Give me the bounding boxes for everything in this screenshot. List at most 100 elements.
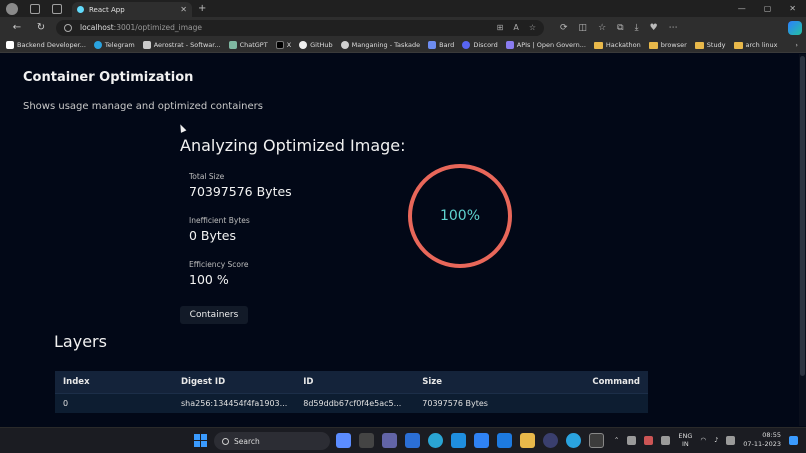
table-header-row: Index Digest ID ID Size Command: [55, 371, 648, 393]
task-view-icon[interactable]: [359, 433, 374, 448]
todo-icon[interactable]: [497, 433, 512, 448]
column-header-index: Index: [55, 371, 173, 393]
clock[interactable]: 08:55 07-11-2023: [743, 431, 781, 449]
app-available-icon[interactable]: ⊞: [497, 23, 504, 32]
x-icon: [275, 41, 284, 49]
progress-percent: 100%: [439, 208, 481, 224]
extensions-icon[interactable]: ⟳: [560, 23, 568, 33]
teams-icon[interactable]: [382, 433, 397, 448]
mail-icon[interactable]: [405, 433, 420, 448]
microphone-icon[interactable]: [644, 435, 654, 445]
bookmark-folder[interactable]: Study: [694, 41, 726, 49]
app-icon[interactable]: [543, 433, 558, 448]
scrollbar-thumb[interactable]: [800, 56, 805, 376]
bookmark-item[interactable]: APIs | Open Govern...: [505, 41, 586, 49]
battery-icon[interactable]: [726, 435, 736, 445]
bookmarks-bar: Backend Developer... Telegram Aerostrat …: [0, 38, 806, 53]
address-bar[interactable]: localhost:3001/optimized_image ⊞ A ☆: [56, 19, 544, 36]
bookmark-item[interactable]: Bard: [428, 41, 454, 49]
copilot-icon[interactable]: [788, 20, 802, 35]
discord-icon: [462, 41, 471, 49]
tab-actions-icon[interactable]: [52, 3, 62, 14]
bookmark-folder[interactable]: Hackathon: [593, 41, 641, 49]
containers-button[interactable]: Containers: [180, 306, 248, 324]
collections-icon[interactable]: ⧉: [617, 23, 623, 33]
search-icon: [222, 437, 229, 445]
apis-icon: [505, 41, 514, 49]
snipping-tool-icon[interactable]: [589, 433, 604, 448]
column-header-digest-id: Digest ID: [173, 371, 296, 393]
edge-icon[interactable]: [428, 433, 443, 448]
stat-value: 0 Bytes: [189, 228, 237, 243]
page-scrollbar[interactable]: [799, 54, 806, 426]
cell-digest-id: sha256:134454f4fa1903...: [173, 392, 296, 413]
cell-id: 8d59ddb67cf0f4e5ac5...: [295, 392, 415, 413]
notifications-icon[interactable]: [789, 435, 798, 445]
address-row: ← ↻ localhost:3001/optimized_image ⊞ A ☆…: [0, 17, 806, 38]
language-indicator[interactable]: ENG IN: [678, 432, 692, 448]
maximize-icon[interactable]: ▢: [764, 4, 772, 13]
profile-icon[interactable]: [6, 2, 18, 15]
copilot-app-icon[interactable]: [336, 433, 351, 448]
windows-start-icon[interactable]: [194, 434, 207, 447]
page-title: Container Optimization: [23, 70, 194, 85]
display-icon[interactable]: [661, 435, 671, 445]
wifi-icon[interactable]: ◠: [700, 436, 706, 444]
back-icon[interactable]: ←: [10, 22, 24, 33]
chevron-up-icon[interactable]: ⌃: [614, 436, 619, 444]
analyze-title: Analyzing Optimized Image:: [180, 136, 406, 155]
close-window-icon[interactable]: ✕: [789, 4, 796, 13]
column-header-id: ID: [295, 371, 415, 393]
bookmark-item[interactable]: Manganing - Taskade: [340, 41, 420, 49]
tab-title: React App: [89, 5, 125, 14]
bookmark-item[interactable]: Telegram: [93, 41, 135, 49]
bookmark-item[interactable]: X: [275, 41, 291, 49]
workspaces-icon[interactable]: [30, 3, 40, 14]
favorites-icon[interactable]: ☆: [598, 23, 606, 33]
bookmark-item[interactable]: Backend Developer...: [6, 41, 86, 49]
cloud-icon[interactable]: [627, 435, 637, 445]
table-row: 0 sha256:134454f4fa1903... 8d59ddb67cf0f…: [55, 392, 648, 413]
chevron-right-icon[interactable]: ›: [795, 41, 798, 49]
telegram-app-icon[interactable]: [566, 433, 581, 448]
split-screen-icon[interactable]: ◫: [579, 23, 588, 33]
volume-icon[interactable]: ♪: [714, 436, 718, 444]
bookmark-item[interactable]: GitHub: [299, 41, 333, 49]
taskbar-apps: [336, 433, 604, 448]
refresh-icon[interactable]: ↻: [34, 22, 48, 33]
close-tab-icon[interactable]: ✕: [180, 5, 187, 14]
bookmark-item[interactable]: Discord: [462, 41, 498, 49]
bookmark-folder[interactable]: browser: [648, 41, 687, 49]
search-label: Search: [234, 436, 260, 446]
read-aloud-icon[interactable]: A: [513, 23, 518, 32]
column-header-size: Size: [414, 371, 515, 393]
bookmark-folder[interactable]: arch linux: [733, 41, 778, 49]
folder-icon: [733, 41, 743, 49]
url-host: localhost: [80, 23, 114, 32]
menu-icon[interactable]: ⋯: [669, 23, 678, 33]
url-path: :3001/optimized_image: [113, 23, 202, 32]
stat-efficiency-score: Efficiency Score 100 %: [189, 260, 249, 287]
cell-size: 70397576 Bytes: [414, 392, 515, 413]
stat-value: 70397576 Bytes: [189, 184, 292, 199]
app-icon[interactable]: [474, 433, 489, 448]
chatgpt-icon: [228, 41, 237, 49]
downloads-icon[interactable]: ⤓: [635, 23, 639, 33]
site-info-icon[interactable]: [64, 23, 72, 32]
layers-table: Index Digest ID ID Size Command 0 sha256…: [55, 371, 648, 413]
taskbar-search[interactable]: Search: [214, 432, 330, 450]
extension-icon[interactable]: ♥: [650, 23, 658, 33]
vscode-icon[interactable]: [451, 433, 466, 448]
taskade-icon: [340, 41, 349, 49]
bookmark-item[interactable]: Aerostrat - Softwar...: [142, 41, 221, 49]
layers-title: Layers: [54, 332, 107, 351]
system-tray: ⌃ ENG IN ◠ ♪ 08:55 07-11-2023: [614, 431, 798, 449]
tab-react-app[interactable]: React App ✕: [72, 2, 192, 17]
favorite-star-icon[interactable]: ☆: [529, 23, 536, 32]
browser-tab-strip: React App ✕ + — ▢ ✕: [0, 0, 806, 17]
minimize-icon[interactable]: —: [738, 4, 746, 13]
stat-label: Efficiency Score: [189, 260, 249, 269]
bookmark-item[interactable]: ChatGPT: [228, 41, 268, 49]
new-tab-icon[interactable]: +: [198, 3, 206, 14]
file-explorer-icon[interactable]: [520, 433, 535, 448]
